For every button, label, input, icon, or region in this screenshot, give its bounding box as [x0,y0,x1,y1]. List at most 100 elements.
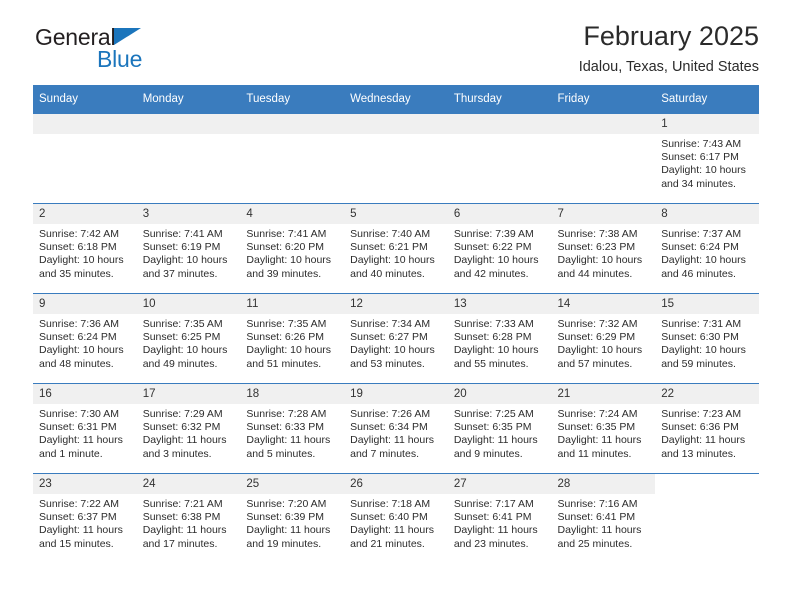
day-cell-content: 24 Sunrise: 7:21 AM Sunset: 6:38 PM Dayligh… [136,474,241,563]
daylight-text: Daylight: 11 hours and 21 minutes. [350,524,434,550]
sunrise-text: Sunrise: 7:38 AM [557,228,638,240]
daylight-text: Daylight: 11 hours and 11 minutes. [557,434,642,460]
calendar-day-cell[interactable]: 9 Sunrise: 7:36 AM Sunset: 6:24 PM Daylight… [33,293,137,384]
calendar-header-row: Sunday Monday Tuesday Wednesday Thursday Frid… [33,85,759,114]
calendar-day-cell[interactable]: 1 Sunrise: 7:43 AM Sunset: 6:17 PM Daylight… [655,113,759,204]
day-number: 4 [240,204,345,224]
calendar-day-cell[interactable]: 23 Sunrise: 7:22 AM Sunset: 6:37 PM Dayligh… [33,473,137,563]
calendar-day-cell[interactable]: 22 Sunrise: 7:23 AM Sunset: 6:36 PM Dayligh… [655,383,759,474]
day-cell-content: 1 Sunrise: 7:43 AM Sunset: 6:17 PM Daylight… [655,114,759,203]
calendar-day-cell[interactable]: 4 Sunrise: 7:41 AM Sunset: 6:20 PM Daylight… [240,203,345,294]
calendar-day-cell[interactable]: 26 Sunrise: 7:18 AM Sunset: 6:40 PM Dayligh… [344,473,448,563]
calendar-day-cell[interactable]: 27 Sunrise: 7:17 AM Sunset: 6:41 PM Dayligh… [447,473,552,563]
sunrise-text: Sunrise: 7:21 AM [142,498,223,510]
day-cell-content: 20 Sunrise: 7:25 AM Sunset: 6:35 PM Dayligh… [447,384,552,473]
calendar-day-cell[interactable]: 12 Sunrise: 7:34 AM Sunset: 6:27 PM Dayligh… [344,293,448,384]
logo-text-blue: Blue [97,46,143,72]
calendar-day-cell[interactable]: 14 Sunrise: 7:32 AM Sunset: 6:29 PM Dayligh… [551,293,656,384]
sunset-text: Sunset: 6:28 PM [453,331,532,344]
calendar-day-cell[interactable]: 5 Sunrise: 7:40 AM Sunset: 6:21 PM Daylight… [344,203,448,294]
general-blue-logo[interactable]: General Blue [35,26,245,78]
sunrise-text: Sunrise: 7:42 AM [39,228,119,240]
day-sun-info: Sunrise: 7:43 AM Sunset: 6:17 PM Daylight:… [655,134,759,191]
calendar-day-cell[interactable]: 6 Sunrise: 7:39 AM Sunset: 6:22 PM Daylight… [447,203,552,294]
sunset-text: Sunset: 6:25 PM [142,331,221,344]
sunrise-text: Sunrise: 7:17 AM [453,498,534,510]
calendar-day-cell[interactable]: 10 Sunrise: 7:35 AM Sunset: 6:25 PM Dayligh… [136,293,241,384]
calendar-day-cell[interactable]: 24 Sunrise: 7:21 AM Sunset: 6:38 PM Dayligh… [136,473,241,563]
calendar-day-cell[interactable]: 3 Sunrise: 7:41 AM Sunset: 6:19 PM Daylight… [136,203,241,294]
calendar-day-cell[interactable]: 15 Sunrise: 7:31 AM Sunset: 6:30 PM Dayligh… [655,293,759,384]
day-cell-content: 23 Sunrise: 7:22 AM Sunset: 6:37 PM Dayligh… [33,474,137,563]
sunrise-text: Sunrise: 7:41 AM [142,228,223,240]
sunrise-text: Sunrise: 7:33 AM [453,318,534,330]
daylight-text: Daylight: 11 hours and 9 minutes. [453,434,538,460]
calendar-day-cell[interactable]: 11 Sunrise: 7:35 AM Sunset: 6:26 PM Dayligh… [240,293,345,384]
daylight-text: Daylight: 10 hours and 53 minutes. [350,344,435,370]
day-number: 16 [33,384,137,404]
calendar-day-cell[interactable]: 19 Sunrise: 7:26 AM Sunset: 6:34 PM Dayligh… [344,383,448,474]
calendar-day-cell[interactable]: 25 Sunrise: 7:20 AM Sunset: 6:39 PM Dayligh… [240,473,345,563]
day-number: 20 [447,384,552,404]
sunrise-text: Sunrise: 7:35 AM [246,318,327,330]
day-number: 13 [447,294,552,314]
day-cell-content: 10 Sunrise: 7:35 AM Sunset: 6:25 PM Dayligh… [136,294,241,383]
calendar-day-cell[interactable]: 16 Sunrise: 7:30 AM Sunset: 6:31 PM Dayligh… [33,383,137,474]
day-cell-content: 17 Sunrise: 7:29 AM Sunset: 6:32 PM Dayligh… [136,384,241,473]
day-number-placeholder [136,114,241,134]
sunrise-text: Sunrise: 7:43 AM [661,138,742,150]
calendar-week-row: 23 Sunrise: 7:22 AM Sunset: 6:37 PM Dayligh… [33,473,759,563]
day-cell-content: 19 Sunrise: 7:26 AM Sunset: 6:34 PM Dayligh… [344,384,448,473]
day-number-placeholder [447,114,552,134]
day-cell-content: 28 Sunrise: 7:16 AM Sunset: 6:41 PM Dayligh… [551,474,656,563]
calendar-day-cell[interactable]: 20 Sunrise: 7:25 AM Sunset: 6:35 PM Dayligh… [447,383,552,474]
sunrise-text: Sunrise: 7:25 AM [453,408,534,420]
day-number-placeholder [33,114,137,134]
calendar-day-cell[interactable]: 21 Sunrise: 7:24 AM Sunset: 6:35 PM Dayligh… [551,383,656,474]
day-cell-content: 18 Sunrise: 7:28 AM Sunset: 6:33 PM Dayligh… [240,384,345,473]
calendar-day-cell[interactable]: 7 Sunrise: 7:38 AM Sunset: 6:23 PM Daylight… [551,203,656,294]
page-header: General Blue February 2025 Idalou, Texas… [33,0,759,75]
sunset-text: Sunset: 6:39 PM [246,511,325,524]
day-cell-content: 6 Sunrise: 7:39 AM Sunset: 6:22 PM Daylight… [447,204,552,293]
calendar-week-row: 1 Sunrise: 7:43 AM Sunset: 6:17 PM Daylight… [33,113,759,204]
day-cell-content [136,114,241,203]
day-cell-content: 16 Sunrise: 7:30 AM Sunset: 6:31 PM Dayligh… [33,384,137,473]
calendar-day-cell[interactable]: 13 Sunrise: 7:33 AM Sunset: 6:28 PM Dayligh… [447,293,552,384]
daylight-text: Daylight: 11 hours and 23 minutes. [453,524,538,550]
empty-cell-filler [655,474,759,563]
calendar-day-cell[interactable]: 17 Sunrise: 7:29 AM Sunset: 6:32 PM Dayligh… [136,383,241,474]
sunset-text: Sunset: 6:29 PM [557,331,636,344]
day-number: 10 [136,294,241,314]
weekday-header-friday: Friday [551,85,656,114]
day-number: 18 [240,384,345,404]
sunset-text: Sunset: 6:41 PM [557,511,636,524]
day-number: 11 [240,294,345,314]
day-sun-info: Sunrise: 7:20 AM Sunset: 6:39 PM Daylight:… [240,494,344,551]
day-sun-info: Sunrise: 7:32 AM Sunset: 6:29 PM Daylight:… [552,314,656,371]
day-cell-content: 12 Sunrise: 7:34 AM Sunset: 6:27 PM Dayligh… [344,294,448,383]
daylight-text: Daylight: 10 hours and 46 minutes. [661,254,746,280]
day-sun-info: Sunrise: 7:39 AM Sunset: 6:22 PM Daylight:… [448,224,552,281]
daylight-text: Daylight: 10 hours and 49 minutes. [142,344,228,370]
sunset-text: Sunset: 6:35 PM [557,421,636,434]
daylight-text: Daylight: 10 hours and 44 minutes. [557,254,643,280]
day-number: 6 [447,204,552,224]
day-number-placeholder [240,114,345,134]
day-number: 8 [655,204,759,224]
day-cell-content: 4 Sunrise: 7:41 AM Sunset: 6:20 PM Daylight… [240,204,345,293]
calendar-day-cell[interactable]: 8 Sunrise: 7:37 AM Sunset: 6:24 PM Daylight… [655,203,759,294]
day-sun-info: Sunrise: 7:35 AM Sunset: 6:26 PM Daylight:… [240,314,344,371]
calendar-day-cell[interactable]: 28 Sunrise: 7:16 AM Sunset: 6:41 PM Dayligh… [551,473,656,563]
weekday-header-saturday: Saturday [655,85,759,114]
sunset-text: Sunset: 6:30 PM [661,331,739,344]
daylight-text: Daylight: 10 hours and 57 minutes. [557,344,643,370]
day-sun-info: Sunrise: 7:18 AM Sunset: 6:40 PM Daylight:… [344,494,448,551]
calendar-day-cell[interactable]: 2 Sunrise: 7:42 AM Sunset: 6:18 PM Daylight… [33,203,137,294]
calendar-day-cell[interactable]: 18 Sunrise: 7:28 AM Sunset: 6:33 PM Dayligh… [240,383,345,474]
sunset-text: Sunset: 6:27 PM [350,331,428,344]
daylight-text: Daylight: 11 hours and 5 minutes. [246,434,331,460]
sunset-text: Sunset: 6:26 PM [246,331,325,344]
sunset-text: Sunset: 6:37 PM [39,511,117,524]
weekday-header-thursday: Thursday [447,85,552,114]
